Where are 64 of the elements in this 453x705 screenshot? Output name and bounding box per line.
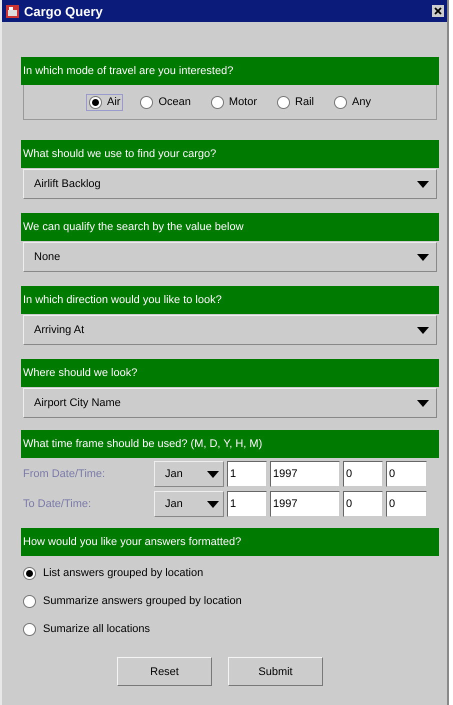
radio-option[interactable]: Summarize answers grouped by location xyxy=(21,587,439,615)
radio-button[interactable] xyxy=(210,96,224,108)
day-field[interactable]: 1 xyxy=(227,491,267,517)
section-heading: In which direction would you like to look? xyxy=(21,286,439,314)
radio-option[interactable]: List answers grouped by location xyxy=(21,559,439,587)
dropdown-value: Jan xyxy=(165,468,183,480)
section-heading: We can qualify the search by the value below xyxy=(21,213,439,241)
window-title: Cargo Query xyxy=(24,4,104,18)
minute-field[interactable]: 0 xyxy=(386,491,427,517)
dropdown[interactable]: Airport City Name xyxy=(23,388,437,418)
radio-option[interactable]: Air xyxy=(86,94,124,110)
month-dropdown[interactable]: Jan xyxy=(154,491,224,517)
radio-button[interactable] xyxy=(334,96,347,108)
radio-label: Ocean xyxy=(158,96,191,108)
radio-button[interactable] xyxy=(23,566,36,580)
year-field[interactable]: 1997 xyxy=(270,461,340,487)
radio-button[interactable] xyxy=(89,96,102,108)
dropdown-arrow-icon xyxy=(417,180,429,188)
dropdown[interactable]: Airlift Backlog xyxy=(23,169,437,199)
section-heading: Where should we look? xyxy=(21,359,439,387)
radio-label: List answers grouped by location xyxy=(43,567,204,579)
hour-field[interactable]: 0 xyxy=(343,461,383,487)
hour-field[interactable]: 0 xyxy=(343,491,383,517)
radio-button[interactable] xyxy=(23,594,36,608)
dropdown[interactable]: None xyxy=(23,242,437,272)
radio-option[interactable]: Ocean xyxy=(137,94,194,110)
dropdown-value: None xyxy=(34,251,60,263)
year-field[interactable]: 1997 xyxy=(270,491,340,517)
field-label: From Date/Time: xyxy=(22,468,106,480)
dropdown[interactable]: Arriving At xyxy=(23,315,437,345)
radio-option[interactable]: Motor xyxy=(208,94,260,110)
radio-label: Summarize answers grouped by location xyxy=(43,595,242,607)
section-heading: What should we use to find your cargo? xyxy=(21,140,439,168)
dropdown-value: Arriving At xyxy=(34,324,84,336)
section-heading: In which mode of travel are you interested? xyxy=(21,57,439,85)
minute-field[interactable]: 0 xyxy=(386,461,427,487)
section-heading: How would you like your answers formatted? xyxy=(21,528,439,556)
submit-button[interactable]: Submit xyxy=(228,657,323,686)
dropdown-arrow-icon xyxy=(417,254,429,260)
field-label: To Date/Time: xyxy=(22,498,92,510)
month-dropdown[interactable]: Jan xyxy=(154,461,224,487)
radio-button[interactable] xyxy=(277,96,290,108)
day-field[interactable]: 1 xyxy=(227,461,267,487)
reset-button[interactable]: Reset xyxy=(117,657,212,686)
radio-label: Motor xyxy=(228,96,258,108)
radio-label: Rail xyxy=(295,96,314,108)
dropdown-value: Jan xyxy=(165,498,183,510)
dropdown-arrow-icon xyxy=(207,470,219,478)
radio-label: Sumarize all locations xyxy=(43,623,150,635)
dropdown-value: Airlift Backlog xyxy=(34,178,101,190)
radio-option[interactable]: Any xyxy=(330,94,374,110)
dropdown-arrow-icon xyxy=(417,400,429,406)
radio-option[interactable]: Sumarize all locations xyxy=(21,615,439,643)
radio-button[interactable] xyxy=(23,622,36,636)
dropdown-arrow-icon xyxy=(207,500,219,508)
radio-button[interactable] xyxy=(140,96,154,108)
radio-label: Any xyxy=(352,96,371,108)
close-icon[interactable] xyxy=(432,5,444,17)
dropdown-value: Airport City Name xyxy=(34,397,121,409)
section-heading: What time frame should be used? (M, D, Y, H, M) xyxy=(21,430,439,458)
radio-label: Air xyxy=(107,96,120,108)
app-icon xyxy=(5,4,20,18)
dropdown-arrow-icon xyxy=(417,326,429,334)
radio-option[interactable]: Rail xyxy=(274,94,317,110)
